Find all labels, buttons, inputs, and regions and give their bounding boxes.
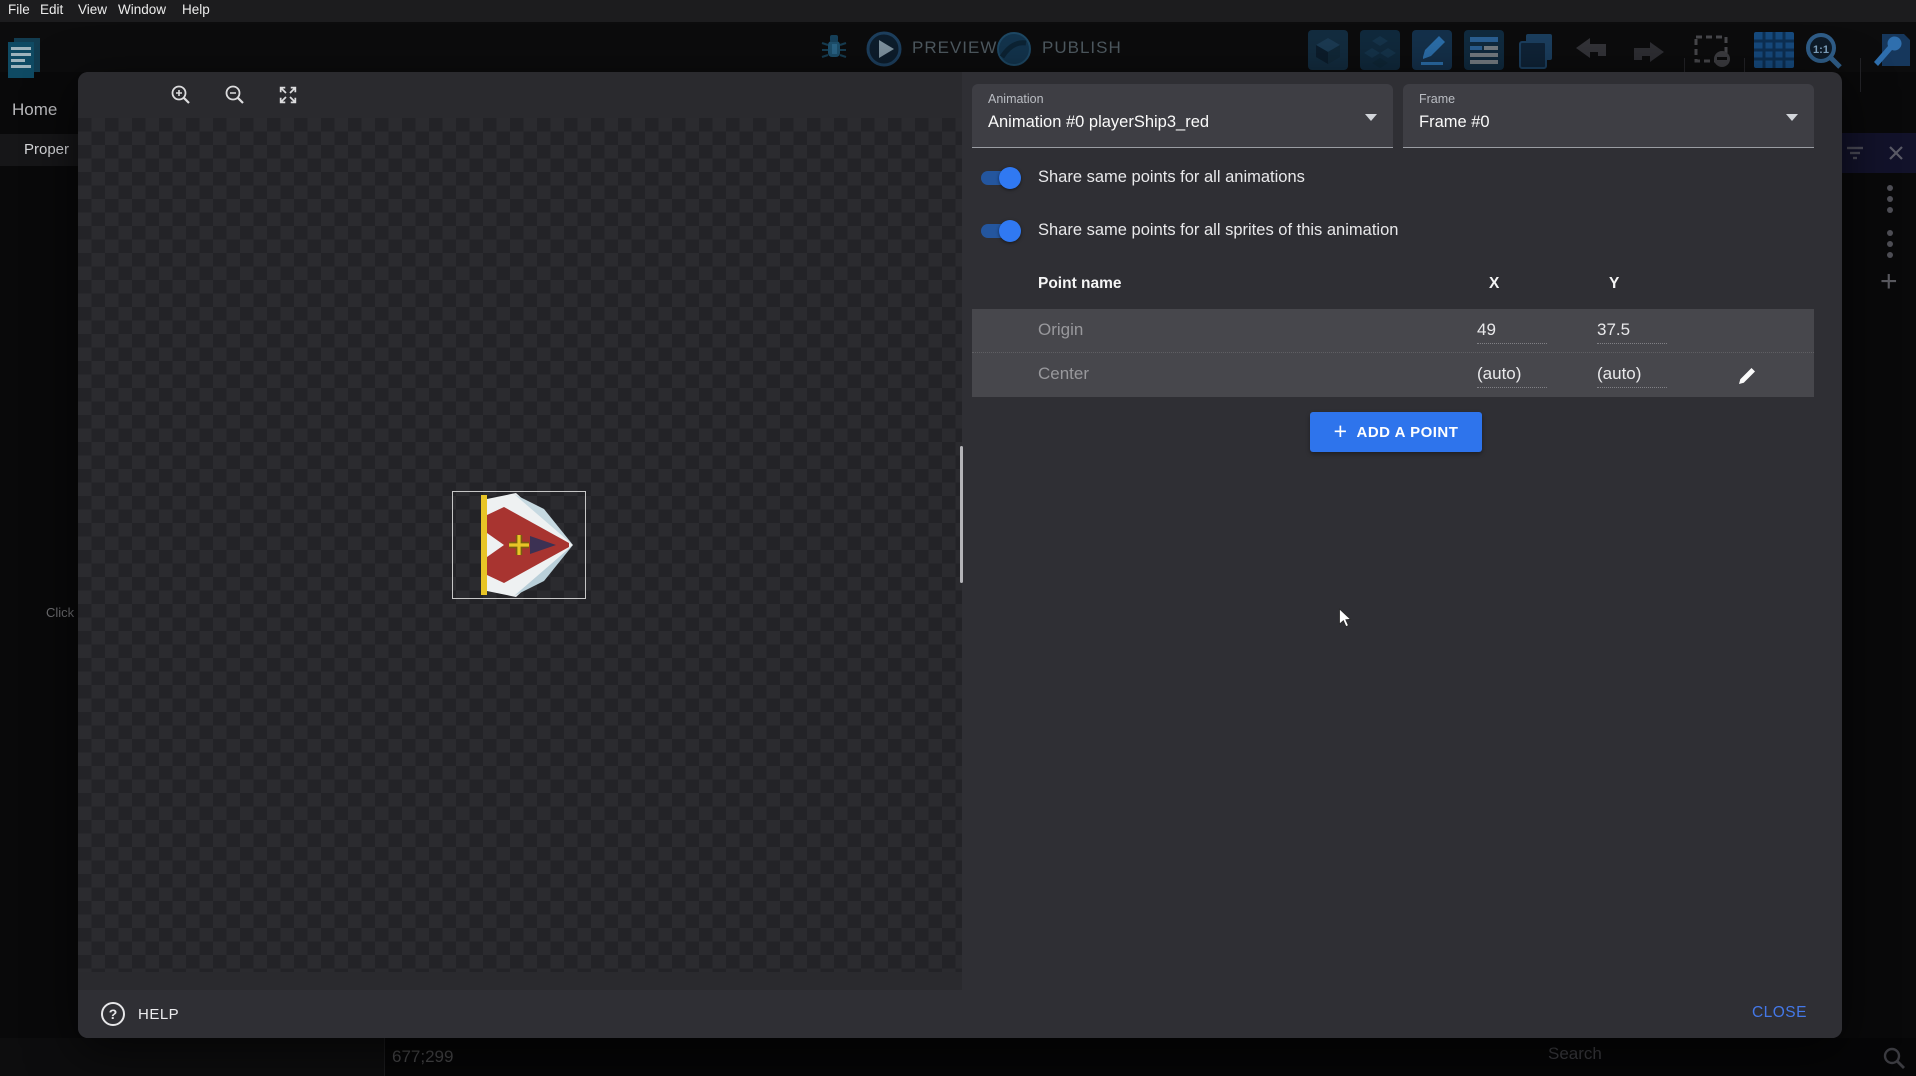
objects-list-icon[interactable] — [1308, 30, 1348, 70]
publish-globe-icon[interactable] — [996, 31, 1032, 67]
chevron-down-icon — [1365, 114, 1377, 121]
menu-help[interactable]: Help — [182, 2, 210, 17]
mouse-cursor — [1338, 608, 1353, 629]
table-row-center[interactable]: Center (auto) (auto) — [972, 353, 1814, 397]
publish-button[interactable]: PUBLISH — [1042, 38, 1122, 58]
animation-select[interactable]: Animation Animation #0 playerShip3_red — [972, 84, 1393, 148]
close-button[interactable]: CLOSE — [1752, 1004, 1807, 1022]
layers-icon[interactable] — [1516, 30, 1556, 70]
canvas-vertical-scrollbar[interactable] — [960, 446, 963, 583]
edit-point-pencil-icon[interactable] — [1735, 363, 1759, 387]
instances-icon[interactable] — [1360, 30, 1400, 70]
project-manager-icon[interactable] — [6, 36, 42, 80]
svg-text:?: ? — [109, 1006, 118, 1022]
help-question-icon: ? — [100, 1001, 126, 1027]
toggle-label: Share same points for all animations — [1038, 168, 1305, 187]
tab-properties[interactable]: Proper — [0, 134, 78, 166]
chevron-down-icon — [1786, 114, 1798, 121]
help-button[interactable]: ? HELP — [100, 990, 179, 1038]
filter-icon[interactable] — [1846, 145, 1864, 161]
center-x-field[interactable]: (auto) — [1477, 364, 1547, 388]
menu-edit[interactable]: Edit — [40, 2, 63, 17]
svg-text:1:1: 1:1 — [1813, 44, 1829, 56]
zoom-in-icon[interactable] — [170, 84, 192, 106]
redo-icon[interactable] — [1628, 36, 1664, 64]
debugger-icon[interactable] — [820, 31, 848, 65]
events-list-icon[interactable] — [1464, 30, 1504, 70]
toolbar-divider — [1860, 58, 1861, 92]
properties-hint-text: Click — [46, 605, 74, 620]
grid-icon[interactable] — [1754, 32, 1794, 68]
points-panel: Animation Animation #0 playerShip3_red F… — [972, 72, 1842, 990]
objects-panel-header — [1842, 133, 1916, 173]
center-y-field[interactable]: (auto) — [1597, 364, 1667, 388]
origin-x-field[interactable]: 49 — [1477, 320, 1547, 344]
share-points-sprites-toggle[interactable] — [975, 218, 1021, 244]
preview-play-icon[interactable] — [866, 31, 902, 67]
fit-to-screen-icon[interactable] — [277, 84, 299, 106]
menu-bar: File Edit View Window Help — [0, 0, 1916, 22]
tab-home[interactable]: Home — [12, 100, 57, 120]
column-header-point-name: Point name — [1038, 275, 1122, 293]
zoom-one-to-one-icon[interactable]: 1:1 — [1804, 32, 1844, 72]
points-table: Origin 49 37.5 Center (auto) (auto) — [972, 309, 1814, 397]
main-toolbar: PREVIEW PUBLISH — [0, 22, 1916, 72]
zoom-out-icon[interactable] — [224, 84, 246, 106]
plus-icon: + — [1334, 418, 1348, 445]
column-header-y: Y — [1609, 275, 1619, 293]
menu-file[interactable]: File — [8, 2, 30, 17]
origin-y-field[interactable]: 37.5 — [1597, 320, 1667, 344]
mask-selection-icon[interactable] — [1694, 35, 1736, 67]
search-icon[interactable] — [1882, 1046, 1906, 1070]
status-bar-left-panel — [0, 1038, 385, 1076]
canvas-horizontal-scrollbar[interactable] — [78, 972, 962, 990]
preview-button[interactable]: PREVIEW — [912, 38, 997, 58]
column-header-x: X — [1489, 275, 1499, 293]
undo-icon[interactable] — [1576, 36, 1612, 64]
kebab-menu-icon[interactable] — [1886, 225, 1894, 263]
table-row-origin[interactable]: Origin 49 37.5 — [972, 309, 1814, 353]
app-window: File Edit View Window Help PREVIEW PUBLI… — [0, 0, 1916, 1076]
close-panel-icon[interactable] — [1888, 145, 1904, 161]
status-bar: 677;299 — [0, 1038, 1916, 1076]
search-input[interactable] — [1548, 1044, 1868, 1064]
menu-view[interactable]: View — [78, 2, 107, 17]
dialog-footer: ? HELP CLOSE — [78, 990, 1842, 1038]
toggle-label: Share same points for all sprites of thi… — [1038, 221, 1398, 240]
frame-select[interactable]: Frame Frame #0 — [1403, 84, 1814, 148]
add-object-icon[interactable]: + — [1880, 265, 1898, 299]
menu-window[interactable]: Window — [118, 2, 166, 17]
canvas-zoom-toolbar — [78, 72, 962, 118]
kebab-menu-icon[interactable] — [1886, 180, 1894, 218]
sprite-player-ship[interactable] — [452, 491, 586, 599]
share-points-animations-toggle[interactable] — [975, 165, 1021, 191]
add-point-button[interactable]: + ADD A POINT — [1310, 412, 1482, 452]
project-settings-wrench-icon[interactable] — [1868, 32, 1912, 72]
cursor-coordinates: 677;299 — [392, 1047, 453, 1067]
edit-scene-pencil-icon[interactable] — [1412, 30, 1452, 70]
edit-points-dialog: Animation Animation #0 playerShip3_red F… — [78, 72, 1842, 1038]
